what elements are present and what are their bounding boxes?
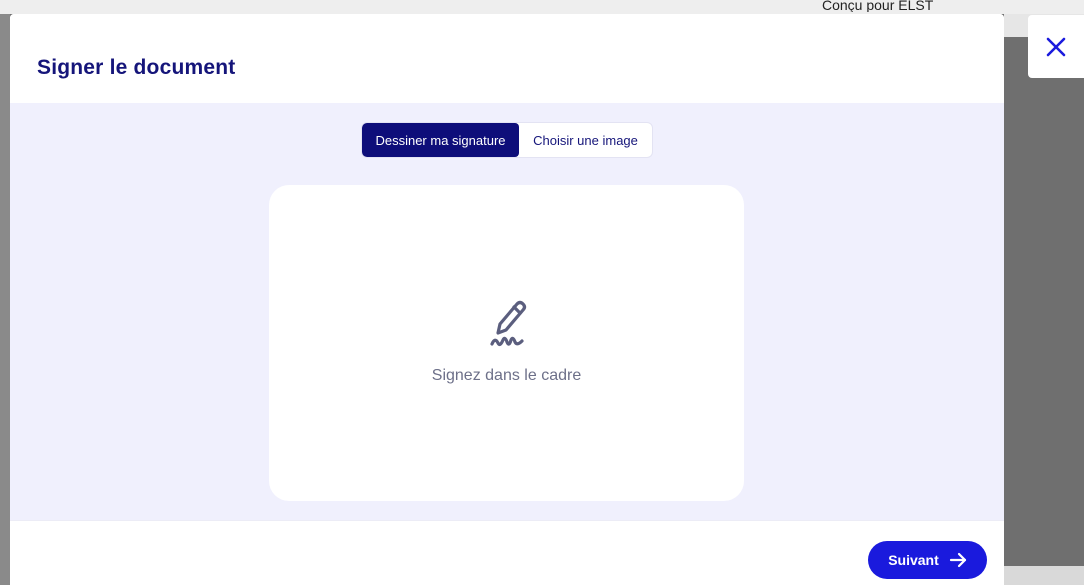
signature-hint: Signez dans le cadre [431, 367, 582, 384]
background-bottom-band [1004, 566, 1084, 585]
pen-signature-icon [490, 300, 527, 347]
signature-mode-toggle: Dessiner ma signature Choisir une image [361, 122, 653, 158]
arrow-right-icon [949, 552, 966, 568]
sign-document-modal: Signer le document Dessiner ma signature… [10, 14, 1004, 585]
close-button[interactable] [1028, 15, 1084, 78]
close-icon [1046, 37, 1066, 56]
modal-header: Signer le document [10, 14, 1004, 103]
next-button-label: Suivant [888, 552, 939, 568]
background-header-text: Conçu pour ELST [822, 0, 934, 12]
background-left-strip [0, 14, 10, 585]
modal-title: Signer le document [37, 56, 236, 79]
signature-pad[interactable]: Signez dans le cadre [269, 185, 744, 501]
modal-body: Dessiner ma signature Choisir une image … [10, 103, 1004, 520]
tab-choose-image[interactable]: Choisir une image [519, 123, 652, 157]
modal-footer: Suivant [10, 520, 1004, 585]
next-button[interactable]: Suivant [868, 541, 987, 579]
tab-draw-signature[interactable]: Dessiner ma signature [362, 123, 519, 157]
